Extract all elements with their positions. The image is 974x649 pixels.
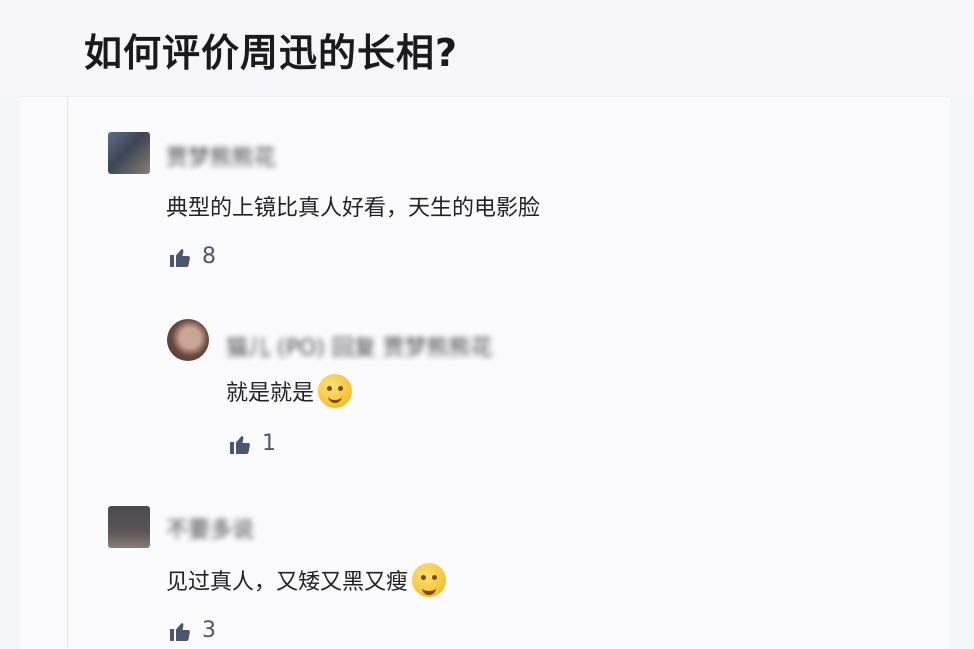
comment-username[interactable]: 不要多说 — [166, 512, 254, 544]
like-button[interactable]: 1 — [228, 431, 276, 456]
avatar[interactable] — [108, 132, 150, 174]
question-header: 如何评价周迅的长相? — [0, 0, 974, 96]
comment-text: 典型的上镜比真人好看，天生的电影脸 — [166, 190, 540, 222]
thumbs-up-icon — [170, 248, 190, 267]
reply-username[interactable]: 猫儿 (PO) 回复 贾梦熊熊花 — [226, 330, 493, 362]
comment-body: 见过真人，又矮又黑又瘦 — [166, 570, 409, 595]
comment-text: 见过真人，又矮又黑又瘦 — [166, 563, 447, 597]
laugh-emoji-icon — [412, 563, 447, 597]
thumbs-up-icon — [230, 435, 250, 454]
comment-body: 就是就是 — [226, 381, 315, 406]
like-button[interactable]: 8 — [168, 244, 216, 269]
comments-panel — [20, 96, 950, 649]
like-count: 8 — [202, 244, 216, 269]
comment-text: 就是就是 — [226, 374, 353, 408]
smile-emoji-icon — [318, 374, 353, 408]
comment-body: 典型的上镜比真人好看，天生的电影脸 — [166, 196, 541, 221]
thread-divider — [67, 96, 68, 648]
avatar[interactable] — [108, 506, 150, 548]
avatar[interactable] — [167, 319, 209, 361]
comment-username[interactable]: 贾梦熊熊花 — [166, 140, 276, 172]
like-button[interactable]: 3 — [168, 618, 216, 643]
like-count: 1 — [262, 431, 276, 456]
question-title: 如何评价周迅的长相? — [84, 31, 459, 75]
thumbs-up-icon — [170, 622, 190, 641]
like-count: 3 — [202, 618, 216, 643]
